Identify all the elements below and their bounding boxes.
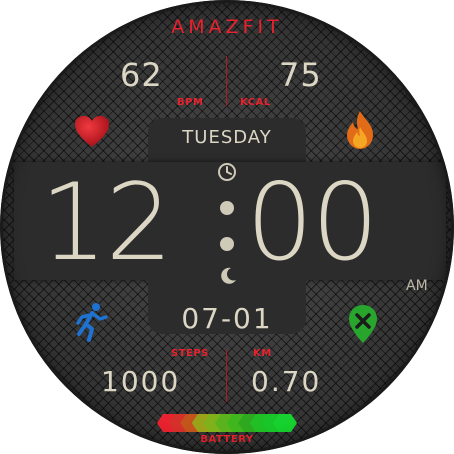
battery-label: BATTERY — [200, 434, 254, 445]
kcal-label: KCAL — [240, 97, 271, 108]
calories-value: 75 — [279, 56, 322, 94]
map-pin-icon[interactable] — [347, 304, 379, 344]
running-person-icon[interactable] — [74, 302, 108, 342]
clock-icon[interactable] — [217, 162, 237, 182]
bottom-divider — [226, 350, 227, 402]
colon-dot-bottom — [220, 237, 234, 251]
brand-logo: AMAZFIT — [171, 16, 283, 38]
distance-value: 0.70 — [251, 365, 322, 398]
date-display: 07-01 — [181, 302, 273, 335]
ampm-indicator: AM — [406, 278, 428, 294]
bpm-label: BPM — [177, 97, 204, 108]
colon-dot-top — [220, 201, 234, 215]
time-hours: 12 — [40, 161, 173, 284]
watch-face: AMAZFIT 62 75 BPM KCAL TUESDAY 12 00 AM … — [0, 0, 454, 454]
battery-indicator — [157, 414, 297, 434]
moon-icon[interactable] — [218, 266, 238, 286]
steps-value: 1000 — [101, 365, 181, 398]
day-of-week: TUESDAY — [182, 127, 272, 148]
time-minutes: 00 — [246, 161, 379, 284]
steps-label: STEPS — [171, 348, 209, 359]
top-divider — [226, 56, 227, 106]
km-label: KM — [253, 348, 272, 359]
heart-rate-value: 62 — [120, 56, 163, 94]
